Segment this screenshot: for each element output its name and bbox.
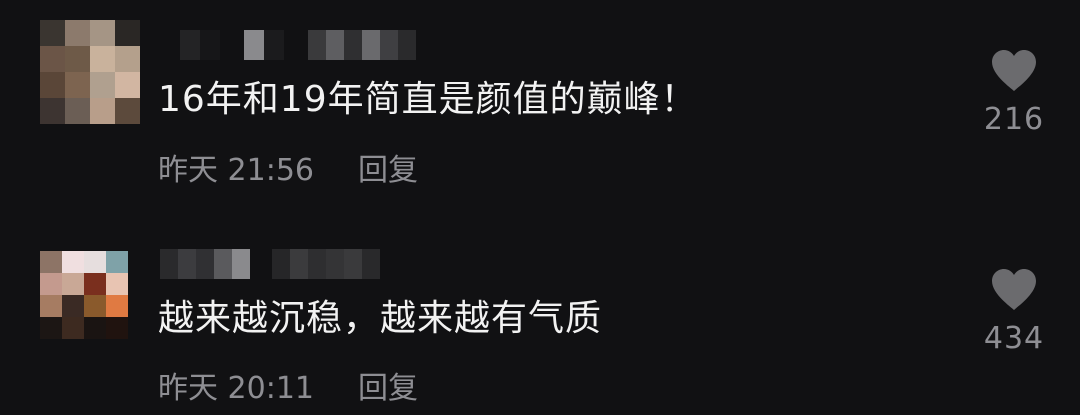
username-mosaic [272, 249, 380, 279]
like-count: 434 [983, 321, 1045, 356]
reply-button[interactable]: 回复 [358, 363, 418, 407]
like-control: 216 [982, 48, 1046, 137]
avatar[interactable] [40, 20, 140, 124]
username-mosaic [244, 30, 284, 60]
comment-item: 16年和19年简直是颜值的巅峰！ 昨天 21:56 回复 216 [0, 0, 1080, 205]
heart-icon[interactable] [989, 48, 1039, 92]
username-pixelated[interactable] [160, 28, 416, 62]
avatar[interactable] [40, 251, 128, 339]
reply-button[interactable]: 回复 [358, 145, 418, 189]
comment-text: 越来越沉稳，越来越有气质 [158, 298, 603, 339]
username-mosaic [308, 30, 416, 60]
username-mosaic [160, 30, 220, 60]
like-control: 434 [982, 267, 1046, 356]
comment-meta: 昨天 21:56 回复 [158, 145, 418, 189]
timestamp: 昨天 21:56 [158, 153, 314, 188]
heart-icon[interactable] [989, 267, 1039, 311]
timestamp: 昨天 20:11 [158, 371, 314, 406]
username-pixelated[interactable] [160, 247, 380, 281]
like-count: 216 [983, 102, 1045, 137]
comment-item: 越来越沉稳，越来越有气质 昨天 20:11 回复 434 [0, 235, 1080, 415]
comment-text: 16年和19年简直是颜值的巅峰！ [158, 79, 698, 120]
comment-meta: 昨天 20:11 回复 [158, 363, 418, 407]
username-mosaic [160, 249, 250, 279]
